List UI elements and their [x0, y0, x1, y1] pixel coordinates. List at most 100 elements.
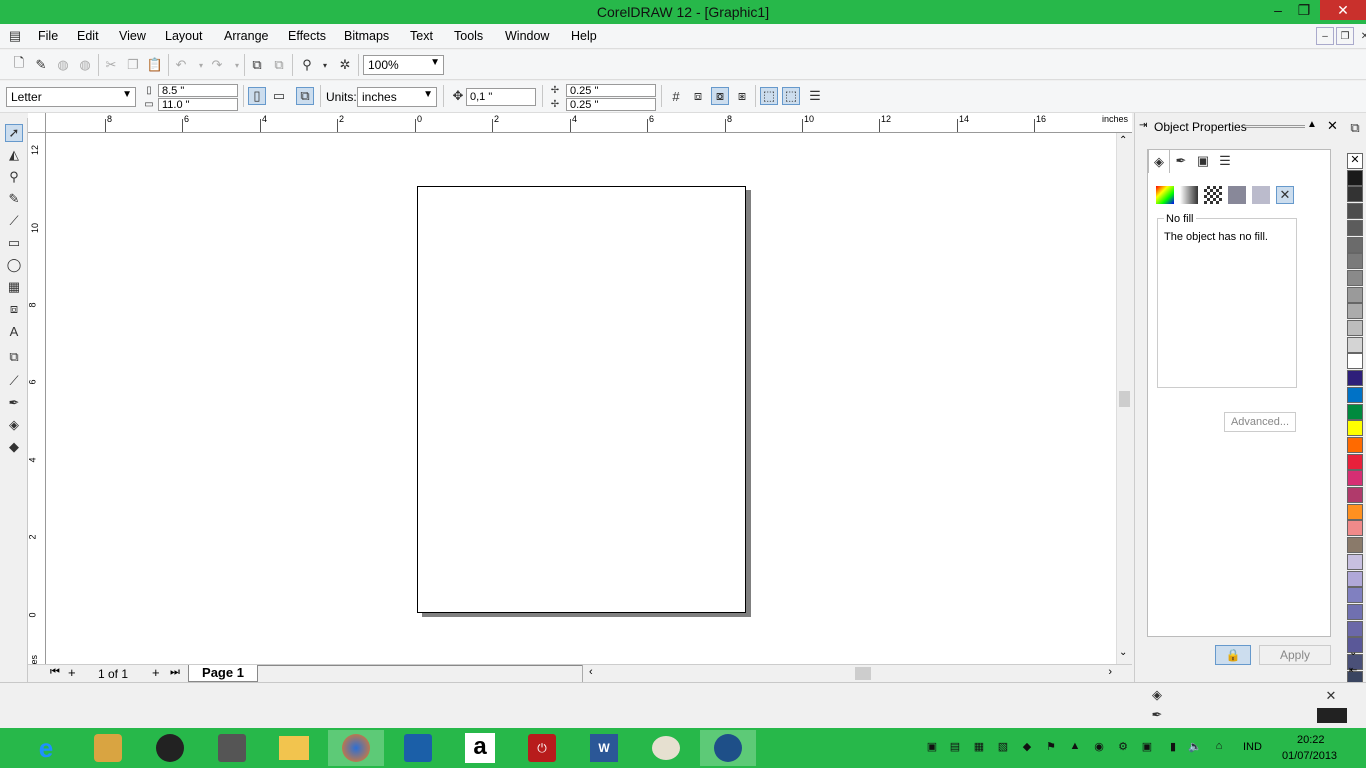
application-launcher-icon[interactable]: ⚲ [298, 56, 316, 74]
fill-tab-icon[interactable]: ◈ [1148, 149, 1170, 173]
smart-fill-tool-icon[interactable]: ⟋ [5, 212, 23, 230]
no-fill-icon[interactable]: ✕ [1276, 186, 1294, 204]
outline-tool-icon[interactable]: ✒ [5, 394, 23, 412]
color-swatch[interactable] [1347, 370, 1363, 387]
dynamic-guides-icon[interactable]: ⧆ [733, 87, 751, 105]
color-swatch[interactable] [1347, 420, 1363, 437]
nvidia-icon[interactable]: ◆ [1020, 740, 1034, 754]
color-swatch[interactable] [1347, 570, 1363, 587]
paint-icon[interactable] [638, 730, 694, 766]
menu-layout[interactable]: Layout [165, 29, 203, 43]
volume-icon[interactable]: 🔈 [1188, 740, 1202, 754]
uniform-fill-icon[interactable] [1156, 186, 1174, 204]
color-swatch[interactable] [1347, 470, 1363, 487]
zoom-combo[interactable]: 100% ▼ [363, 55, 444, 75]
doc-app-icon[interactable] [204, 730, 260, 766]
tray-icon[interactable]: ◉ [1092, 740, 1106, 754]
flag-icon[interactable]: ⚑ [1044, 740, 1058, 754]
color-swatch[interactable] [1347, 537, 1363, 554]
scroll-down-icon[interactable]: ⌄ [1119, 647, 1127, 658]
pattern-fill-icon[interactable] [1204, 186, 1222, 204]
vertical-scroll-thumb[interactable] [1119, 391, 1130, 407]
outline-indicator-icon[interactable]: ✒ [1148, 706, 1166, 724]
color-swatch[interactable] [1347, 219, 1363, 236]
snap-to-objects-icon[interactable]: ⧇ [711, 87, 729, 105]
amazon-icon[interactable]: a [452, 730, 508, 766]
treat-as-filled-icon[interactable]: ⬚ [760, 87, 778, 105]
ellipse-tool-icon[interactable]: ◯ [5, 256, 23, 274]
outline-tab-icon[interactable]: ✒ [1172, 152, 1190, 170]
fill-indicator-icon[interactable]: ◈ [1148, 686, 1166, 704]
vertical-scrollbar[interactable]: ⌃ ⌄ [1116, 133, 1132, 664]
portrait-icon[interactable]: ▯ [248, 87, 266, 105]
restore-button[interactable]: ❐ [1290, 0, 1318, 20]
copy-icon[interactable]: ❐ [124, 56, 142, 74]
firefox-icon[interactable] [328, 730, 384, 766]
file-explorer-icon[interactable] [266, 730, 322, 766]
summary-tab-icon[interactable]: ☰ [1216, 152, 1234, 170]
outline-color-swatch[interactable] [1317, 708, 1347, 723]
add-page-after-icon[interactable]: + [152, 665, 160, 680]
menu-tools[interactable]: Tools [454, 29, 483, 43]
pick-tool-icon[interactable]: ➚ [5, 124, 23, 142]
corel-online-icon[interactable]: ✲ [336, 56, 354, 74]
coreldraw-icon[interactable] [700, 730, 756, 766]
color-swatch[interactable] [1347, 386, 1363, 403]
scroll-up-icon[interactable]: ⌃ [1119, 135, 1127, 146]
cut-icon[interactable]: ✂ [102, 56, 120, 74]
ruler-origin[interactable] [28, 113, 46, 133]
speaker-app-icon[interactable] [142, 730, 198, 766]
tray-icon[interactable]: ▲ [1068, 740, 1082, 754]
tray-icon[interactable]: ▦ [972, 740, 986, 754]
color-swatch[interactable] [1347, 436, 1363, 453]
menu-bitmaps[interactable]: Bitmaps [344, 29, 389, 43]
draw-bounding-box-icon[interactable]: ⬚ [782, 87, 800, 105]
freehand-tool-icon[interactable]: ✎ [5, 190, 23, 208]
scroll-right-icon[interactable]: › [1108, 666, 1112, 678]
duplicate-y-field[interactable]: 0.25 " [566, 98, 656, 111]
no-color-swatch[interactable]: ✕ [1347, 153, 1363, 169]
menu-help[interactable]: Help [571, 29, 597, 43]
color-swatch[interactable] [1347, 553, 1363, 570]
snap-to-grid-icon[interactable]: # [667, 87, 685, 105]
palette-options-icon[interactable]: ⧉ [1346, 119, 1364, 137]
minimize-button[interactable]: – [1264, 0, 1292, 20]
color-swatch[interactable] [1347, 186, 1363, 203]
color-swatch[interactable] [1347, 620, 1363, 637]
docker-grip[interactable] [1245, 125, 1305, 128]
fill-tool-icon[interactable]: ◈ [5, 416, 23, 434]
color-swatch[interactable] [1347, 487, 1363, 503]
menu-effects[interactable]: Effects [288, 29, 326, 43]
scroll-left-icon[interactable]: ‹ [589, 666, 593, 678]
menu-text[interactable]: Text [410, 29, 433, 43]
redo-icon[interactable]: ↷ [208, 56, 226, 74]
media-app-icon[interactable] [80, 730, 136, 766]
interactive-blend-tool-icon[interactable]: ⧉ [5, 348, 23, 366]
landscape-icon[interactable]: ▭ [270, 87, 288, 105]
docker-collapse-icon[interactable]: ▲ [1307, 119, 1317, 130]
snap-to-guidelines-icon[interactable]: ⧈ [689, 87, 707, 105]
horizontal-scrollbar[interactable]: ‹ › [582, 665, 1118, 682]
text-tool-icon[interactable]: A [5, 322, 23, 340]
tray-icon[interactable]: ▤ [948, 740, 962, 754]
paper-width-field[interactable]: 8.5 " [158, 84, 238, 97]
horizontal-ruler[interactable]: 8 6 4 2 0 2 4 6 8 10 12 14 16 inches [46, 113, 1132, 133]
network-icon[interactable]: ⌂ [1212, 740, 1226, 754]
general-tab-icon[interactable]: ▣ [1194, 152, 1212, 170]
postscript-fill-icon[interactable] [1252, 186, 1270, 204]
add-page-before-icon[interactable]: + [68, 665, 76, 680]
palette-expand-icon[interactable]: ⇤ [1349, 665, 1357, 676]
tray-icon[interactable]: ⚙ [1116, 740, 1130, 754]
undo-icon[interactable]: ↶ [172, 56, 190, 74]
color-swatch[interactable] [1347, 203, 1363, 220]
color-swatch[interactable] [1347, 503, 1363, 520]
color-swatch[interactable] [1347, 453, 1363, 470]
no-fill-swatch-icon[interactable]: ✕ [1322, 687, 1340, 705]
document-icon[interactable]: ▤ [6, 27, 24, 45]
menu-arrange[interactable]: Arrange [224, 29, 268, 43]
fountain-fill-icon[interactable] [1180, 186, 1198, 204]
color-swatch[interactable] [1347, 236, 1363, 253]
polygon-tool-icon[interactable]: ▦ [5, 278, 23, 296]
export-icon[interactable]: ⧉ [270, 56, 288, 74]
all-pages-icon[interactable]: ⧉ [296, 87, 314, 105]
